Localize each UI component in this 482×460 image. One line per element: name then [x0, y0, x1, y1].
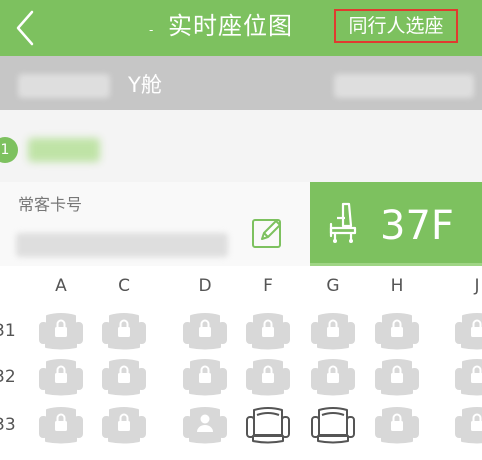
seat-icon [329, 202, 357, 243]
redacted-flight-info [18, 74, 110, 98]
redacted-frequent-flyer-number[interactable] [16, 233, 228, 257]
seat-locked [310, 311, 356, 351]
seat-column-header: D [198, 276, 212, 296]
seat-locked [454, 311, 482, 351]
seat-locked [374, 311, 420, 351]
seat-locked [454, 357, 482, 397]
seat-available[interactable] [310, 405, 356, 445]
seat-row-label: 32 [0, 367, 16, 387]
redacted-passenger-name [28, 138, 100, 162]
seat-column-header: J [474, 276, 480, 296]
seat-column-header: H [390, 276, 404, 296]
redacted-route-info [334, 74, 474, 98]
seat-column-header: G [326, 276, 340, 296]
seat-locked [38, 405, 84, 445]
seat-column-header: A [55, 276, 67, 296]
cabin-class-label: Y舱 [128, 73, 162, 97]
seat-locked [374, 405, 420, 445]
chevron-left-icon[interactable] [8, 8, 48, 48]
frequent-flyer-label: 常客卡号 [18, 195, 83, 214]
title-marker: - [149, 23, 154, 37]
page-title: 实时座位图 [168, 12, 293, 40]
seat-locked [374, 357, 420, 397]
seat-available[interactable] [245, 405, 291, 445]
edit-icon[interactable] [251, 215, 285, 249]
seat-locked [310, 357, 356, 397]
seat-locked [101, 405, 147, 445]
seat-column-header: C [118, 276, 130, 296]
seat-locked [454, 405, 482, 445]
seat-locked [38, 357, 84, 397]
seat-row-label: 31 [0, 321, 16, 341]
selected-seat-number: 37F [380, 203, 454, 249]
seat-locked [245, 357, 291, 397]
seat-locked [101, 357, 147, 397]
seat-row-label: 33 [0, 415, 16, 435]
seat-locked [38, 311, 84, 351]
seat-locked [101, 311, 147, 351]
seat-locked [182, 357, 228, 397]
seat-column-header: F [263, 276, 273, 296]
companion-seat-selection-button[interactable]: 同行人选座 [334, 9, 458, 43]
seat-occupied [182, 405, 228, 445]
seat-locked [245, 311, 291, 351]
seat-locked [182, 311, 228, 351]
